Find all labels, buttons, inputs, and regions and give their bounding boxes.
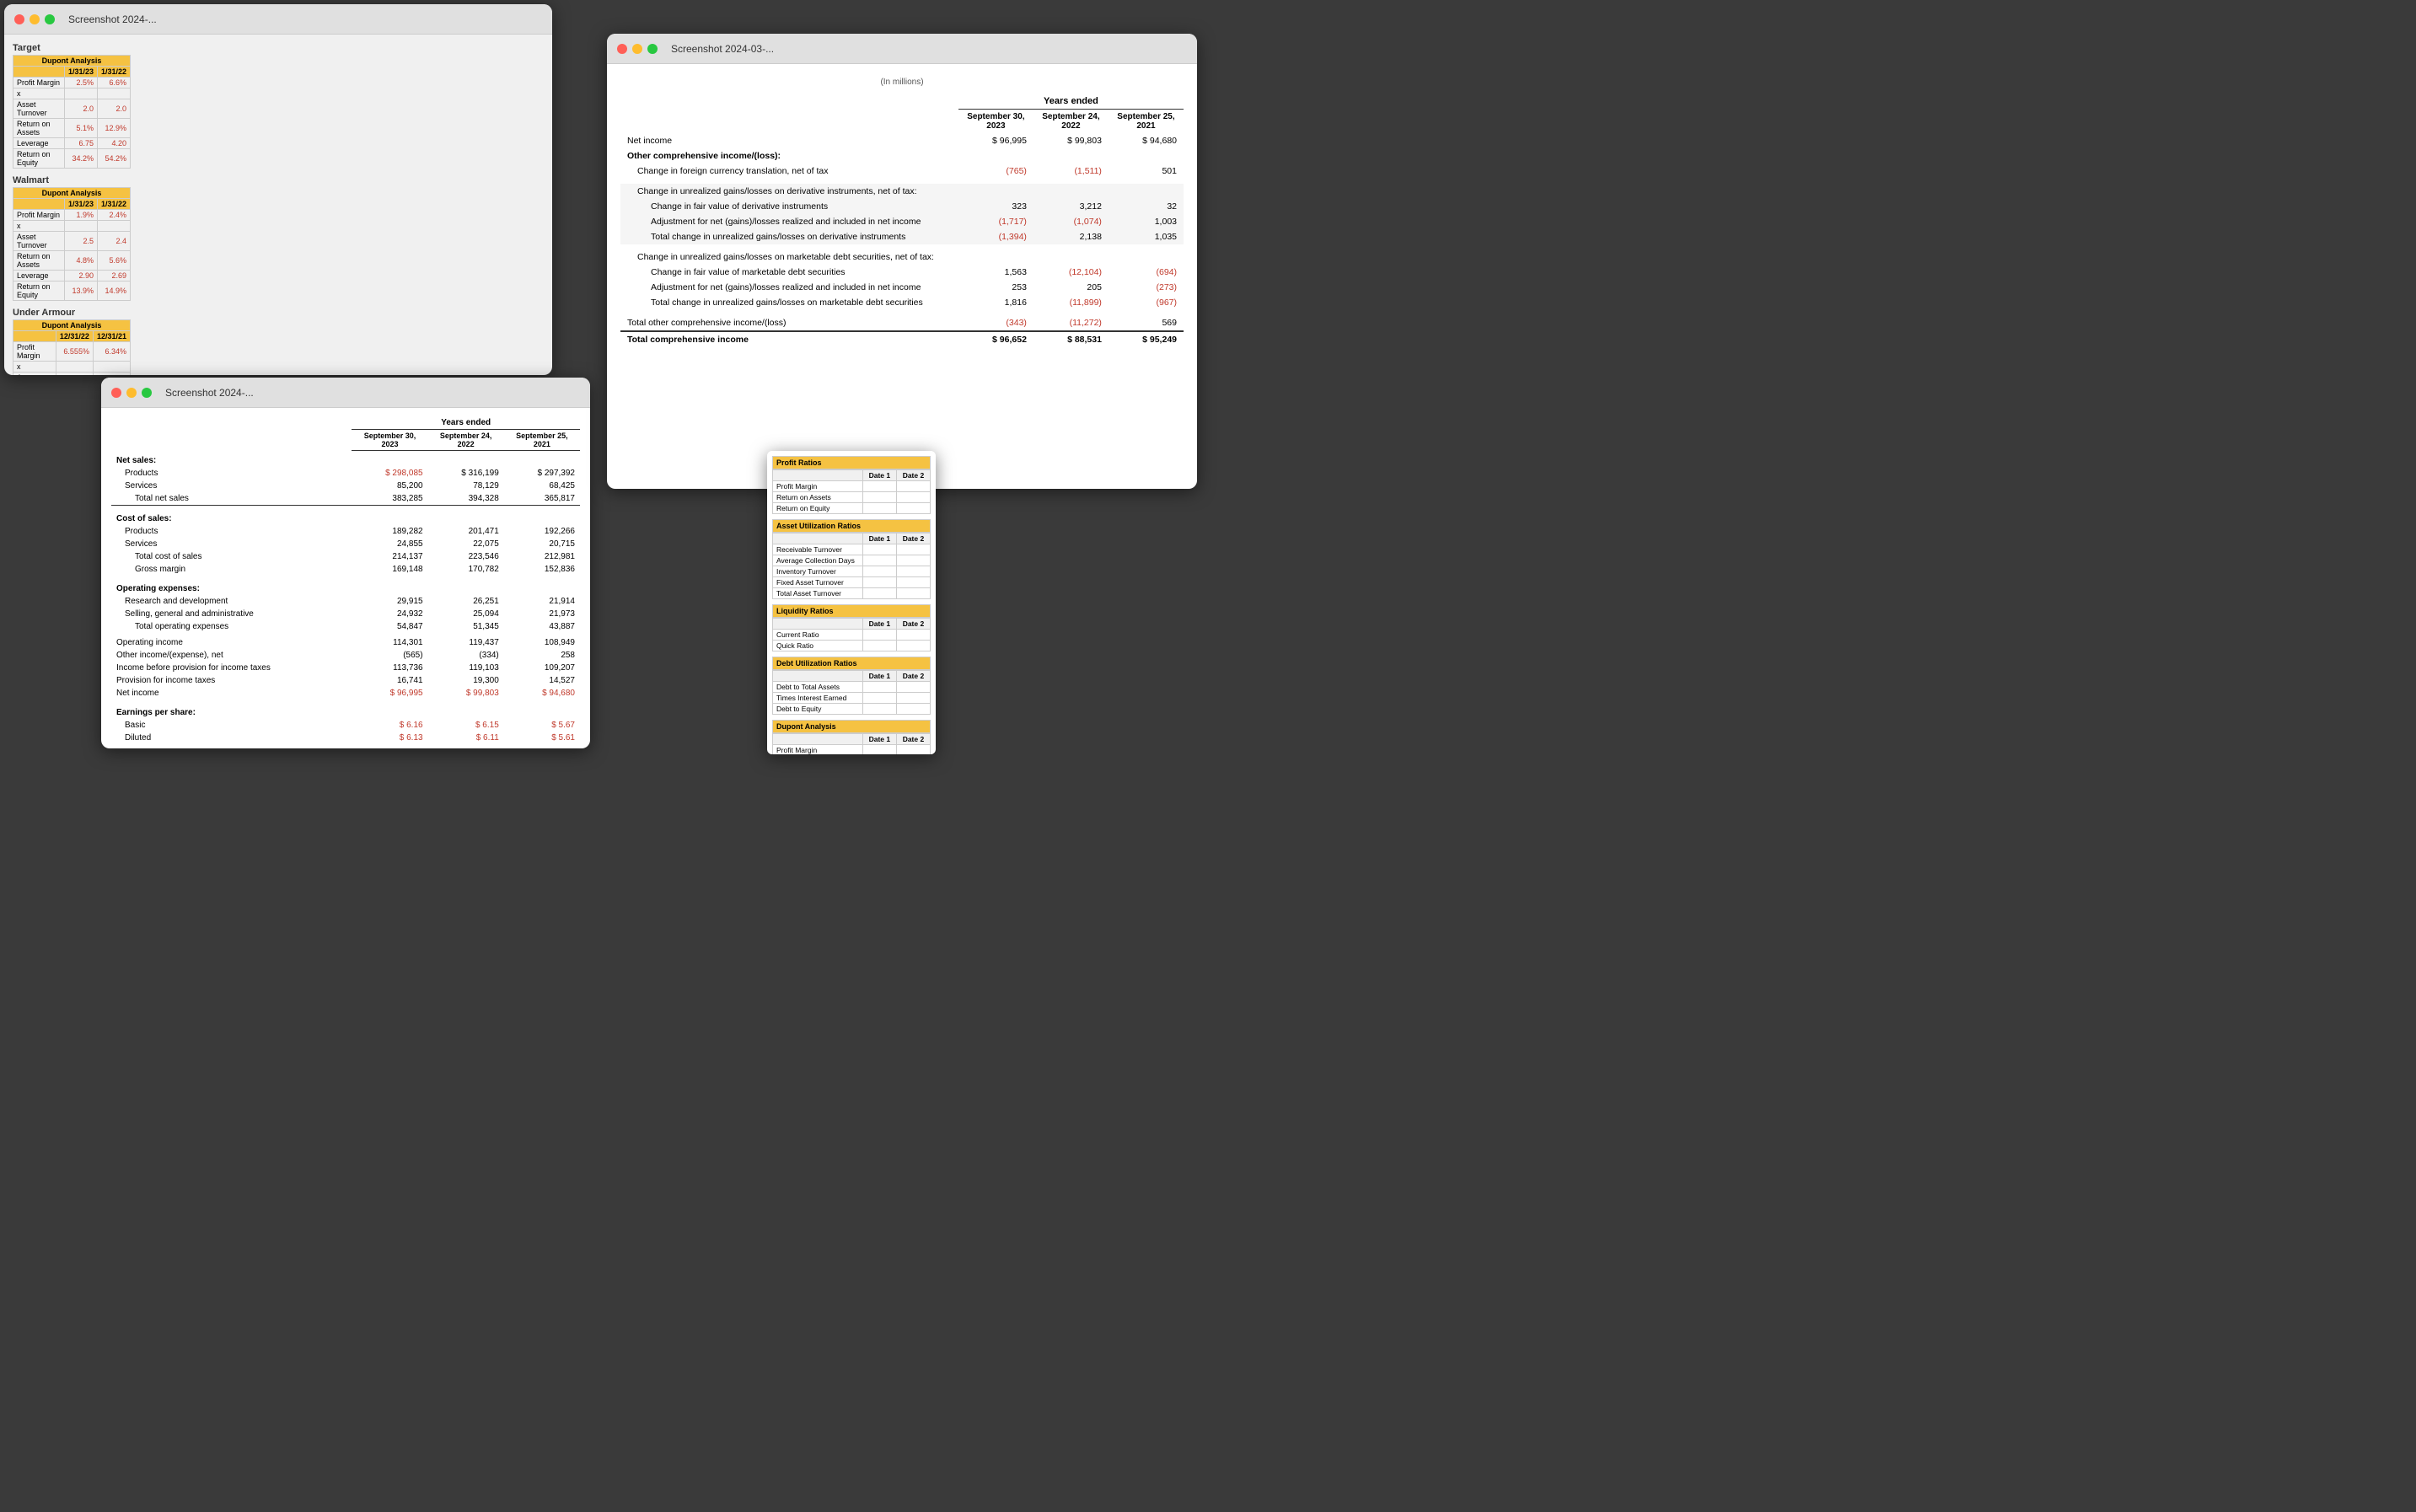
under-armour-section: Under Armour Dupont Analysis 12/31/2212/… [13, 308, 544, 375]
target-dupont-header: Dupont Analysis [13, 56, 131, 67]
asset-utilization-header: Asset Utilization Ratios [772, 519, 931, 533]
walmart-table: Dupont Analysis 1/31/231/31/22 Profit Ma… [13, 187, 131, 301]
debt-utilization-table: Date 1 Date 2 Debt to Total Assets Times… [772, 670, 931, 715]
window-ratios-panel[interactable]: Profit Ratios Date 1 Date 2 Profit Margi… [767, 451, 936, 754]
window-left-top[interactable]: Screenshot 2024-... Target Dupont Analys… [4, 4, 552, 375]
debt-utilization-header: Debt Utilization Ratios [772, 657, 931, 670]
fin-table-wrapper: Years ended September 30,2023 September … [101, 408, 590, 748]
titlebar-left: Screenshot 2024-... [4, 4, 552, 35]
maximize-button[interactable] [45, 14, 55, 24]
in-millions-label: (In millions) [620, 78, 1184, 87]
comprehensive-income-table: Years ended September 30,2023 September … [620, 94, 1184, 347]
liquidity-header: Liquidity Ratios [772, 604, 931, 618]
dupont-header: Dupont Analysis [772, 720, 931, 733]
under-armour-name: Under Armour [13, 308, 544, 318]
target-table: Dupont Analysis 1/31/23 1/31/22 Profit M… [13, 55, 131, 169]
window-title-bl: Screenshot 2024-... [165, 387, 254, 399]
titlebar-bottom-left: Screenshot 2024-... [101, 378, 590, 408]
window-title-mid: Screenshot 2024-03-... [671, 43, 774, 55]
close-button-mid[interactable] [617, 44, 627, 54]
debt-utilization-section: Debt Utilization Ratios Date 1 Date 2 De… [772, 657, 931, 715]
walmart-section: Walmart Dupont Analysis 1/31/231/31/22 P… [13, 175, 544, 301]
titlebar-middle: Screenshot 2024-03-... [607, 34, 1197, 64]
asset-utilization-table: Date 1 Date 2 Receivable Turnover Averag… [772, 533, 931, 599]
minimize-button-mid[interactable] [632, 44, 642, 54]
target-section: Target Dupont Analysis 1/31/23 1/31/22 P… [13, 43, 544, 169]
profit-ratios-table: Date 1 Date 2 Profit Margin Return on As… [772, 469, 931, 514]
profit-ratios-header: Profit Ratios [772, 456, 931, 469]
left-content: Target Dupont Analysis 1/31/23 1/31/22 P… [4, 35, 552, 375]
income-statement-table: Years ended September 30,2023 September … [111, 416, 580, 748]
window-controls-bl [111, 388, 152, 398]
window-apple-comprehensive[interactable]: Screenshot 2024-03-... (In millions) Yea… [607, 34, 1197, 489]
close-button-bl[interactable] [111, 388, 121, 398]
liquidity-section: Liquidity Ratios Date 1 Date 2 Current R… [772, 604, 931, 651]
minimize-button[interactable] [30, 14, 40, 24]
walmart-name: Walmart [13, 175, 544, 185]
profit-ratios-section: Profit Ratios Date 1 Date 2 Profit Margi… [772, 456, 931, 514]
apple-comprehensive-content: (In millions) Years ended September 30,2… [607, 64, 1197, 489]
window-title-left: Screenshot 2024-... [68, 13, 157, 25]
asset-utilization-section: Asset Utilization Ratios Date 1 Date 2 R… [772, 519, 931, 599]
under-armour-table: Dupont Analysis 12/31/2212/31/21 Profit … [13, 319, 131, 375]
dupont-section: Dupont Analysis Date 1 Date 2 Profit Mar… [772, 720, 931, 754]
dupont-table: Date 1 Date 2 Profit Margin x Asset Turn… [772, 733, 931, 754]
close-button[interactable] [14, 14, 24, 24]
minimize-button-bl[interactable] [126, 388, 137, 398]
maximize-button-mid[interactable] [647, 44, 658, 54]
target-name: Target [13, 43, 544, 53]
liquidity-table: Date 1 Date 2 Current Ratio Quick Ratio [772, 618, 931, 651]
window-controls [14, 14, 55, 24]
maximize-button-bl[interactable] [142, 388, 152, 398]
window-bottom-left[interactable]: Screenshot 2024-... Years ended Septembe… [101, 378, 590, 748]
window-controls-mid [617, 44, 658, 54]
